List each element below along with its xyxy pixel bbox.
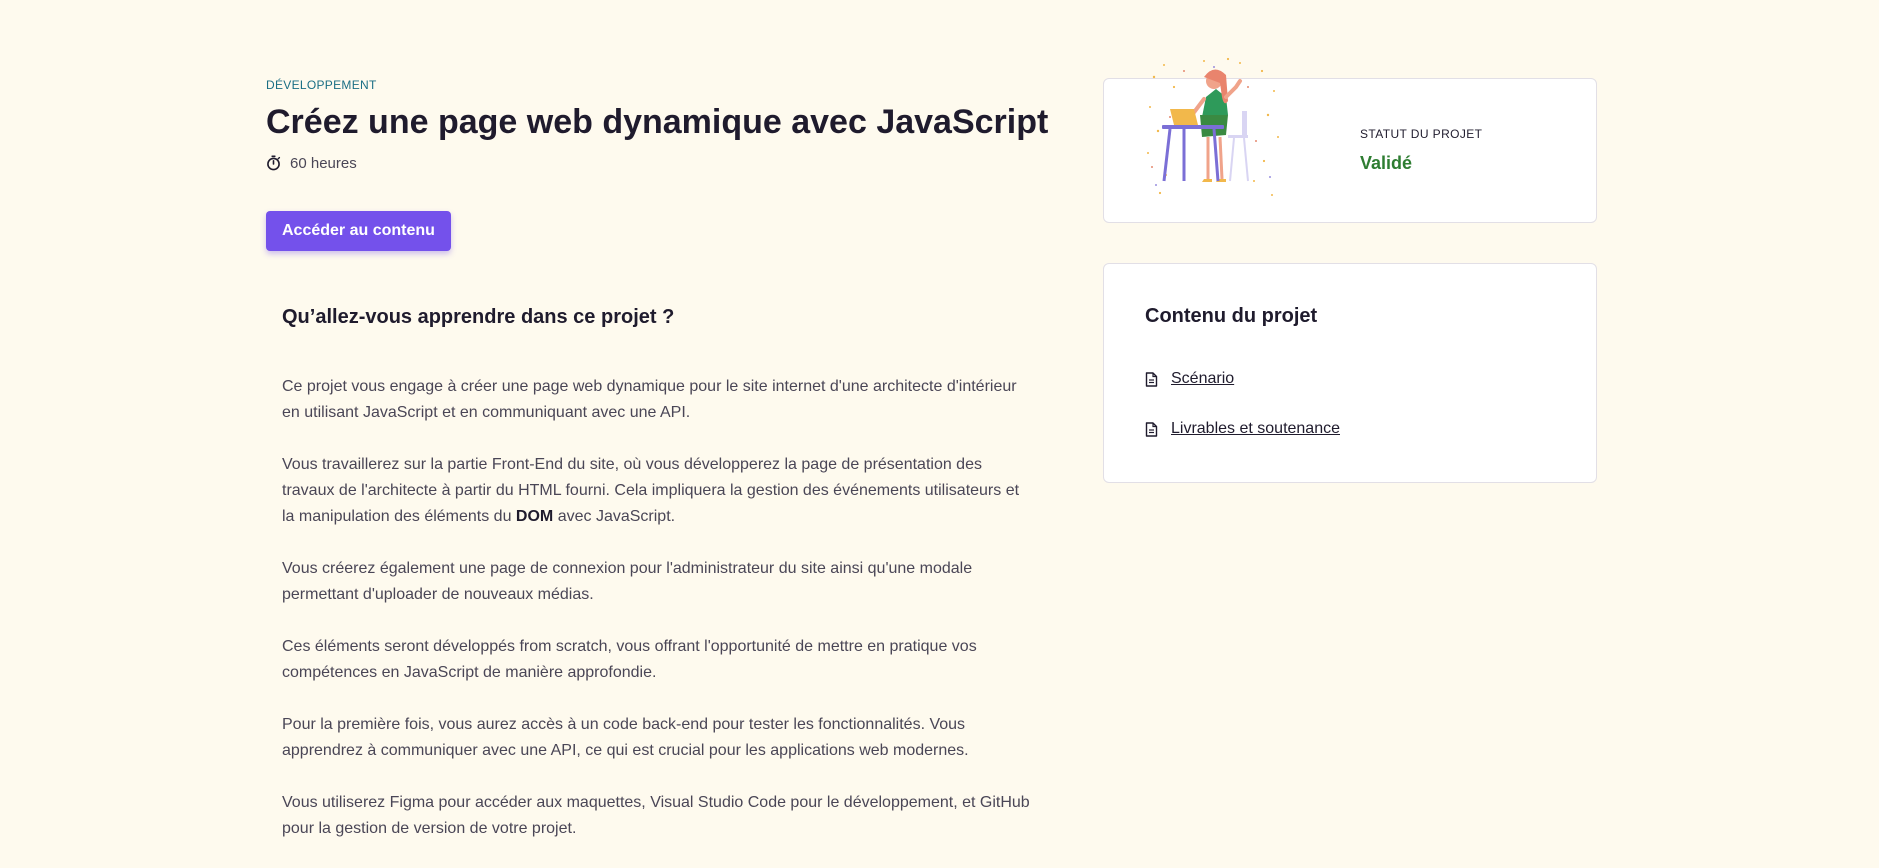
duration-text: 60 heures [290, 154, 357, 172]
content-link[interactable]: Scénario [1171, 370, 1234, 388]
content-item-scenario[interactable]: Scénario [1145, 367, 1340, 391]
status-label: STATUT DU PROJET [1360, 127, 1483, 141]
content-title: Contenu du projet [1145, 305, 1318, 327]
woman-at-laptop-illustration [1144, 57, 1284, 207]
status-value: Validé [1360, 153, 1413, 173]
stopwatch-icon [266, 155, 281, 171]
content-item-deliverables[interactable]: Livrables et soutenance [1145, 417, 1340, 441]
project-header: DÉVELOPPEMENT Créez une page web dynamiq… [266, 78, 1049, 251]
description-paragraph: Ces éléments seront développés from scra… [282, 638, 977, 681]
description-paragraph: Vous utiliserez Figma pour accéder aux m… [282, 794, 1030, 837]
content-list: Scénario Livrables et soutenance [1145, 367, 1340, 467]
page-title: Créez une page web dynamique avec JavaSc… [266, 103, 1049, 141]
access-content-button[interactable]: Accéder au contenu [266, 211, 451, 251]
description-paragraph: Vous créerez également une page de conne… [282, 560, 973, 603]
description-paragraph: Vous travaillerez sur la partie Front-En… [282, 452, 1034, 530]
project-category: DÉVELOPPEMENT [266, 78, 377, 92]
document-icon [1145, 371, 1158, 387]
document-icon [1145, 421, 1158, 437]
learning-heading: Qu’allez-vous apprendre dans ce projet ? [282, 306, 675, 328]
content-link[interactable]: Livrables et soutenance [1171, 420, 1340, 438]
description-paragraph: Pour la première fois, vous aurez accès … [282, 716, 969, 759]
learning-section: Qu’allez-vous apprendre dans ce projet ?… [282, 302, 1034, 868]
project-content-card: Contenu du projet Scénario Livrables et … [1103, 263, 1597, 483]
project-status-card: STATUT DU PROJET Validé [1103, 57, 1597, 223]
learning-description: Ce projet vous engage à créer une page w… [282, 374, 1034, 842]
project-duration: 60 heures [266, 153, 1046, 173]
description-paragraph: Ce projet vous engage à créer une page w… [282, 378, 1017, 421]
paragraph-text: avec JavaScript. [553, 508, 676, 525]
dom-emphasis: DOM [515, 508, 554, 525]
